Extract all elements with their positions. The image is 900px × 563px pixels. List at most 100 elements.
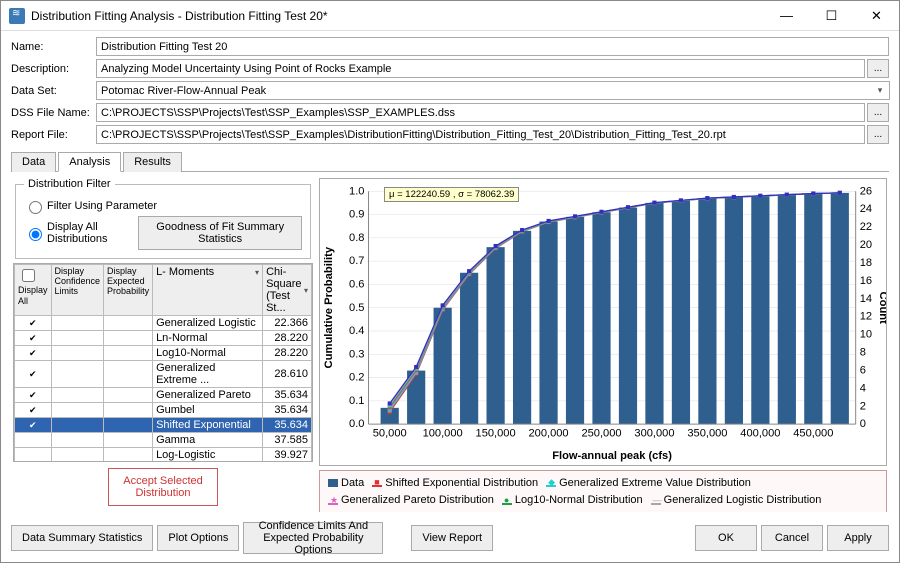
svg-text:4: 4: [860, 382, 866, 394]
svg-text:0.3: 0.3: [349, 348, 364, 360]
svg-text:0.0: 0.0: [349, 418, 364, 430]
chart-legend: Data ■Shifted Exponential Distribution ◆Ge…: [319, 470, 887, 512]
col-exp-prob[interactable]: Display Expected Probability: [104, 265, 153, 316]
dataset-select[interactable]: Potomac River-Flow-Annual Peak: [96, 81, 890, 100]
svg-text:24: 24: [860, 203, 872, 215]
apply-button[interactable]: Apply: [827, 525, 889, 551]
table-row[interactable]: Gamma37.585: [15, 433, 312, 448]
chart-annotation: μ = 122240.59 , σ = 78062.39: [384, 187, 519, 202]
svg-text:1.0: 1.0: [349, 185, 364, 197]
svg-text:0.6: 0.6: [349, 278, 364, 290]
table-row[interactable]: ✔Log10-Normal28.220: [15, 346, 312, 361]
display-all-distributions-radio[interactable]: Display All Distributions: [24, 221, 138, 245]
svg-text:14: 14: [860, 293, 872, 305]
description-ellipsis-button[interactable]: ...: [867, 59, 889, 78]
plot-options-button[interactable]: Plot Options: [157, 525, 239, 551]
col-conf-limits[interactable]: Display Confidence Limits: [51, 265, 104, 316]
description-label: Description:: [11, 63, 96, 75]
main-window: Distribution Fitting Analysis - Distribu…: [0, 0, 900, 563]
svg-text:0: 0: [860, 418, 866, 430]
dss-ellipsis-button[interactable]: ...: [867, 103, 889, 122]
svg-text:300,000: 300,000: [634, 427, 674, 439]
view-report-button[interactable]: View Report: [411, 525, 493, 551]
table-row[interactable]: ✔Ln-Normal28.220: [15, 331, 312, 346]
svg-text:0.1: 0.1: [349, 395, 364, 407]
svg-text:150,000: 150,000: [476, 427, 516, 439]
svg-text:Cumulative Probability: Cumulative Probability: [323, 246, 335, 368]
app-icon: [9, 8, 25, 24]
tab-results[interactable]: Results: [123, 152, 182, 172]
svg-text:100,000: 100,000: [423, 427, 463, 439]
svg-text:8: 8: [860, 347, 866, 359]
svg-text:26: 26: [860, 185, 872, 197]
name-field[interactable]: [96, 37, 889, 56]
table-row[interactable]: ✔Shifted Exponential35.634: [15, 418, 312, 433]
svg-text:250,000: 250,000: [581, 427, 621, 439]
tabs: DataAnalysisResults: [11, 151, 889, 172]
confidence-limits-button[interactable]: Confidence Limits And Expected Probabili…: [243, 522, 383, 554]
svg-text:Flow-annual peak (cfs): Flow-annual peak (cfs): [552, 450, 672, 462]
dss-label: DSS File Name:: [11, 107, 96, 119]
svg-text:450,000: 450,000: [793, 427, 833, 439]
svg-text:0.2: 0.2: [349, 372, 364, 384]
col-display-all[interactable]: Display All: [15, 265, 52, 316]
filter-legend: Distribution Filter: [24, 178, 115, 190]
filter-using-parameter-radio[interactable]: Filter Using Parameter: [24, 198, 302, 214]
ok-button[interactable]: OK: [695, 525, 757, 551]
svg-text:400,000: 400,000: [740, 427, 780, 439]
chart: μ = 122240.59 , σ = 78062.39 0.0 0.1 0.2 0.…: [319, 178, 887, 466]
close-button[interactable]: ✕: [854, 1, 899, 30]
svg-text:0.4: 0.4: [349, 325, 364, 337]
svg-text:350,000: 350,000: [687, 427, 727, 439]
col-l-moments[interactable]: L- Moments▾: [153, 265, 263, 316]
maximize-button[interactable]: ☐: [809, 1, 854, 30]
table-row[interactable]: ✔Gumbel35.634: [15, 403, 312, 418]
svg-text:18: 18: [860, 257, 872, 269]
svg-text:0.9: 0.9: [349, 209, 364, 221]
svg-text:200,000: 200,000: [528, 427, 568, 439]
legend-item: Data: [328, 475, 364, 492]
table-row[interactable]: ✔Generalized Extreme ...28.610: [15, 361, 312, 388]
svg-text:Count: Count: [877, 292, 886, 325]
tab-data[interactable]: Data: [11, 152, 56, 172]
svg-text:16: 16: [860, 275, 872, 287]
legend-item: ■Shifted Exponential Distribution: [372, 475, 538, 492]
svg-text:0.8: 0.8: [349, 232, 364, 244]
minimize-button[interactable]: —: [764, 1, 809, 30]
name-label: Name:: [11, 41, 96, 53]
table-row[interactable]: ✔Generalized Logistic22.366: [15, 316, 312, 331]
svg-text:0.7: 0.7: [349, 255, 364, 267]
svg-text:20: 20: [860, 239, 872, 251]
distribution-grid[interactable]: Display All Display Confidence Limits Di…: [13, 263, 313, 462]
description-field[interactable]: [96, 59, 865, 78]
col-chi-square[interactable]: Chi-Square (Test St...▾: [263, 265, 312, 316]
svg-text:0.5: 0.5: [349, 302, 364, 314]
table-row[interactable]: ✔Generalized Pareto35.634: [15, 388, 312, 403]
dataset-label: Data Set:: [11, 85, 96, 97]
legend-item: —Generalized Logistic Distribution: [651, 492, 822, 509]
svg-text:6: 6: [860, 364, 866, 376]
legend-item: ★Generalized Pareto Distribution: [328, 492, 494, 509]
report-file-field[interactable]: [96, 125, 865, 144]
tab-analysis[interactable]: Analysis: [58, 152, 121, 172]
report-ellipsis-button[interactable]: ...: [867, 125, 889, 144]
cancel-button[interactable]: Cancel: [761, 525, 823, 551]
svg-text:22: 22: [860, 221, 872, 233]
svg-text:12: 12: [860, 311, 872, 323]
data-summary-statistics-button[interactable]: Data Summary Statistics: [11, 525, 153, 551]
titlebar: Distribution Fitting Analysis - Distribu…: [1, 1, 899, 31]
distribution-filter-group: Distribution Filter Filter Using Paramet…: [15, 178, 311, 259]
window-title: Distribution Fitting Analysis - Distribu…: [31, 9, 764, 23]
legend-item: ◆Generalized Extreme Value Distribution: [546, 475, 751, 492]
dss-file-field[interactable]: [96, 103, 865, 122]
table-row[interactable]: Log-Logistic39.927: [15, 448, 312, 463]
dataset-dropdown-icon[interactable]: ▾: [871, 82, 889, 99]
goodness-of-fit-button[interactable]: Goodness of Fit Summary Statistics: [138, 216, 302, 250]
svg-text:50,000: 50,000: [373, 427, 407, 439]
svg-text:10: 10: [860, 329, 872, 341]
accept-selected-distribution-button[interactable]: Accept Selected Distribution: [108, 468, 218, 506]
legend-item: ◆Gumbel Distribution: [328, 510, 438, 513]
legend-item: ●Log10-Normal Distribution: [502, 492, 643, 509]
svg-text:2: 2: [860, 400, 866, 412]
report-label: Report File:: [11, 129, 96, 141]
